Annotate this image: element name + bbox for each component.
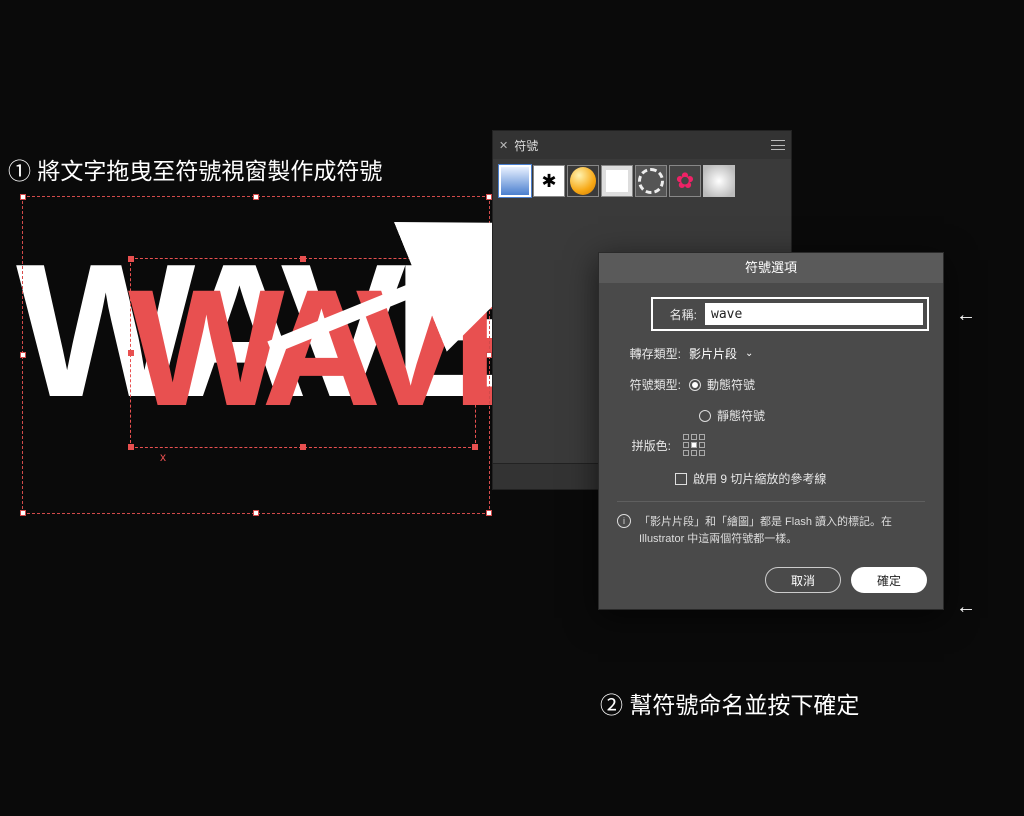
radio-static[interactable] <box>699 410 711 422</box>
info-icon: i <box>617 514 631 528</box>
dialog-title: 符號選項 <box>599 253 943 283</box>
enable-9slice-label: 啟用 9 切片縮放的參考線 <box>693 470 826 487</box>
name-label: 名稱: <box>657 306 697 323</box>
arrow-left-icon: ← <box>956 596 976 619</box>
radio-dynamic-label: 動態符號 <box>707 376 755 393</box>
inner-handle[interactable] <box>300 256 306 262</box>
panel-title: 符號 <box>514 137 538 154</box>
symbol-swatch-ink[interactable]: ✱ <box>533 165 565 197</box>
handle-top-left[interactable] <box>20 194 26 200</box>
handle-bottom-left[interactable] <box>20 510 26 516</box>
inner-handle[interactable] <box>300 444 306 450</box>
handle-bottom-mid[interactable] <box>253 510 259 516</box>
panel-header[interactable]: ✕ 符號 <box>493 131 791 159</box>
symbol-swatch-ring[interactable] <box>635 165 667 197</box>
handle-mid-left[interactable] <box>20 352 26 358</box>
instruction-step-2: ② 幫符號命名並按下確定 <box>600 686 859 720</box>
handle-top-mid[interactable] <box>253 194 259 200</box>
registration-grid[interactable] <box>683 434 705 456</box>
inner-handle[interactable] <box>472 444 478 450</box>
cancel-button[interactable]: 取消 <box>765 567 841 593</box>
name-input[interactable] <box>705 303 923 325</box>
symbol-swatch-gradient[interactable] <box>499 165 531 197</box>
instruction-step-1: ① 將文字拖曳至符號視窗製作成符號 <box>8 152 382 186</box>
symbol-swatch-sphere[interactable] <box>567 165 599 197</box>
symbol-swatch-flower[interactable]: ✿ <box>669 165 701 197</box>
enable-9slice-checkbox[interactable] <box>675 473 687 485</box>
inner-handle[interactable] <box>128 350 134 356</box>
symbol-swatch-frame[interactable] <box>601 165 633 197</box>
inner-handle[interactable] <box>472 350 478 356</box>
inner-handle[interactable] <box>128 444 134 450</box>
panel-menu-icon[interactable] <box>771 140 785 150</box>
export-type-dropdown[interactable]: 影片片段 <box>689 345 737 362</box>
close-icon[interactable]: ✕ <box>499 139 508 152</box>
inner-handle[interactable] <box>472 256 478 262</box>
handle-bottom-right[interactable] <box>486 510 492 516</box>
radio-dynamic[interactable] <box>689 379 701 391</box>
inner-selection-box[interactable] <box>130 258 476 448</box>
symbol-swatch-glow[interactable] <box>703 165 735 197</box>
anchor-x-mark: x <box>160 450 166 464</box>
inner-handle[interactable] <box>128 256 134 262</box>
arrow-left-icon: ← <box>956 304 976 327</box>
registration-label: 拼版色: <box>617 437 671 454</box>
radio-static-label: 靜態符號 <box>717 407 765 424</box>
symbol-swatch-row: ✱ ✿ <box>493 159 791 203</box>
name-row-highlight: 名稱: <box>651 297 929 331</box>
chevron-down-icon[interactable]: ⌄ <box>745 348 753 359</box>
symbol-type-label: 符號類型: <box>617 376 681 393</box>
info-text: 「影片片段」和「繪圖」都是 Flash 讀入的標記。在 Illustrator … <box>639 514 925 547</box>
export-type-label: 轉存類型: <box>617 345 681 362</box>
symbol-options-dialog[interactable]: 符號選項 名稱: 轉存類型: 影片片段 ⌄ 符號類型: 動態符號 靜態符號 拼版… <box>598 252 944 610</box>
ok-button[interactable]: 確定 <box>851 567 927 593</box>
